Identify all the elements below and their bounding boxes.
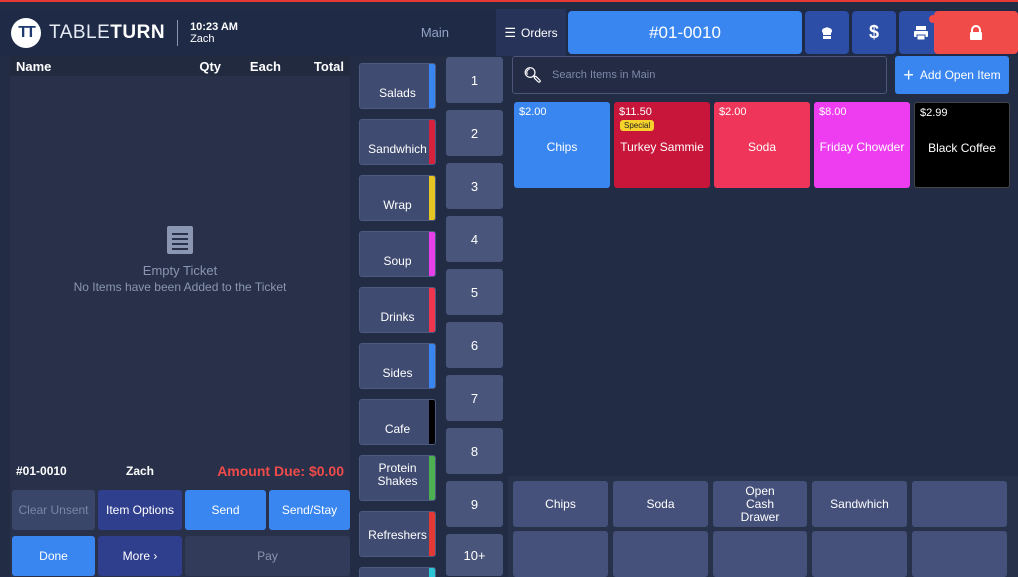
more-button[interactable]: More › [98,536,182,576]
lock-icon [970,24,982,40]
orders-label: Orders [520,25,558,40]
qty-4-button[interactable]: 4 [446,216,503,262]
quick-button-empty[interactable] [912,531,1007,577]
item-price: $11.50 [619,106,652,118]
pay-button[interactable]: Pay [185,536,350,576]
item-turkey-sammie[interactable]: $11.50 Special Turkey Sammie [614,102,710,188]
item-price: $2.99 [920,107,948,119]
receipt-icon [167,226,193,254]
list-icon: ☰ [504,24,516,40]
quick-button-sandwhich[interactable]: Sandwhich [812,481,907,527]
quick-button-open-cash-drawer[interactable]: Open Cash Drawer [713,481,807,527]
qty-6-button[interactable]: 6 [446,322,503,368]
category-more-partial[interactable] [359,567,436,577]
clear-unsent-button[interactable]: Clear Unsent [12,490,95,530]
quick-button-empty[interactable] [713,531,807,577]
quick-button-empty[interactable] [812,531,907,577]
chef-hat-icon [821,26,833,39]
ticket-footer-number: #01-0010 [16,464,67,478]
category-salads[interactable]: Salads [359,63,436,109]
brand-name: TABLETURN [49,22,166,43]
empty-ticket-state: Empty Ticket No Items have been Added to… [10,226,350,294]
quick-button-empty[interactable] [613,531,708,577]
item-name: Friday Chowder [819,140,905,154]
category-wrap[interactable]: Wrap [359,175,436,221]
ticket-footer-server: Zach [126,464,155,478]
qty-1-button[interactable]: 1 [446,57,503,103]
menu-tab-main[interactable]: Main [355,9,495,56]
orders-button[interactable]: ☰ Orders [496,9,566,56]
item-black-coffee[interactable]: $2.99 Black Coffee [914,102,1010,188]
done-button[interactable]: Done [12,536,95,576]
item-options-button[interactable]: Item Options [98,490,182,530]
item-name: Turkey Sammie [620,140,704,154]
column-total: Total [313,58,344,74]
item-name: Chips [546,140,578,154]
item-friday-chowder[interactable]: $8.00 Friday Chowder [814,102,910,188]
dollar-icon: $ [868,22,879,42]
category-column: Salads Sandwhich Wrap Soup Drinks Sides … [355,56,440,577]
ticket-header: Name Qty Each Total [10,56,350,76]
current-user: Zach [190,33,215,45]
qty-5-button[interactable]: 5 [446,269,503,315]
empty-ticket-title: Empty Ticket [142,263,218,278]
pos-app: TT TABLETURN 10:23 AM Zach Main ☰ Orders… [0,0,1018,577]
send-stay-button[interactable]: Send/Stay [269,490,350,530]
add-open-item-label: Add Open Item [919,68,1001,82]
category-cafe[interactable]: Cafe [359,399,436,445]
brand-divider [177,20,179,46]
qty-8-button[interactable]: 8 [446,428,503,474]
add-open-item-button[interactable]: + Add Open Item [895,56,1009,94]
plus-icon: + [903,64,914,85]
item-name: Soda [747,140,777,154]
column-qty: Qty [199,58,221,74]
ticket-footer: #01-0010 Zach Amount Due: $0.00 [10,456,350,486]
amount-due: Amount Due: $0.00 [217,463,344,479]
quick-button-empty[interactable] [912,481,1007,527]
qty-7-button[interactable]: 7 [446,375,503,421]
qty-10-plus-button[interactable]: 10+ [446,534,503,576]
qty-9-button[interactable]: 9 [446,481,503,527]
search-icon: 🔍︎ [523,67,543,84]
search-input[interactable]: 🔍︎ Search Items in Main [512,56,887,94]
cash-button[interactable]: $ [852,11,896,54]
category-drinks[interactable]: Drinks [359,287,436,333]
item-price: $2.00 [719,106,747,118]
quick-button-empty[interactable] [513,531,608,577]
special-badge: Special [620,120,655,131]
ticket-number-button[interactable]: #01-0010 [568,11,802,54]
chef-hat-button[interactable] [805,11,849,54]
qty-2-button[interactable]: 2 [446,110,503,156]
item-soda[interactable]: $2.00 Soda [714,102,810,188]
item-price: $8.00 [819,106,847,118]
item-chips[interactable]: $2.00 Chips [514,102,610,188]
item-name: Black Coffee [928,141,996,155]
brand: TT TABLETURN 10:23 AM Zach [11,15,238,51]
quick-button-chips[interactable]: Chips [513,481,608,527]
column-name: Name [16,58,52,74]
window-top-border [0,0,1018,2]
clock: 10:23 AM Zach [190,21,238,45]
category-sides[interactable]: Sides [359,343,436,389]
category-sandwhich[interactable]: Sandwhich [359,119,436,165]
tableturn-logo-icon: TT [11,18,41,48]
lock-button[interactable] [934,11,1018,54]
printer-icon [914,25,928,40]
category-protein-shakes[interactable]: Protein Shakes [359,455,436,501]
item-price: $2.00 [519,106,547,118]
quick-button-soda[interactable]: Soda [613,481,708,527]
current-time: 10:23 AM [190,21,238,33]
qty-3-button[interactable]: 3 [446,163,503,209]
column-each: Each [249,58,281,74]
search-placeholder: Search Items in Main [552,69,656,81]
empty-ticket-message: No Items have been Added to the Ticket [73,280,287,294]
category-soup[interactable]: Soup [359,231,436,277]
category-refreshers[interactable]: Refreshers [359,511,436,557]
send-button[interactable]: Send [185,490,266,530]
